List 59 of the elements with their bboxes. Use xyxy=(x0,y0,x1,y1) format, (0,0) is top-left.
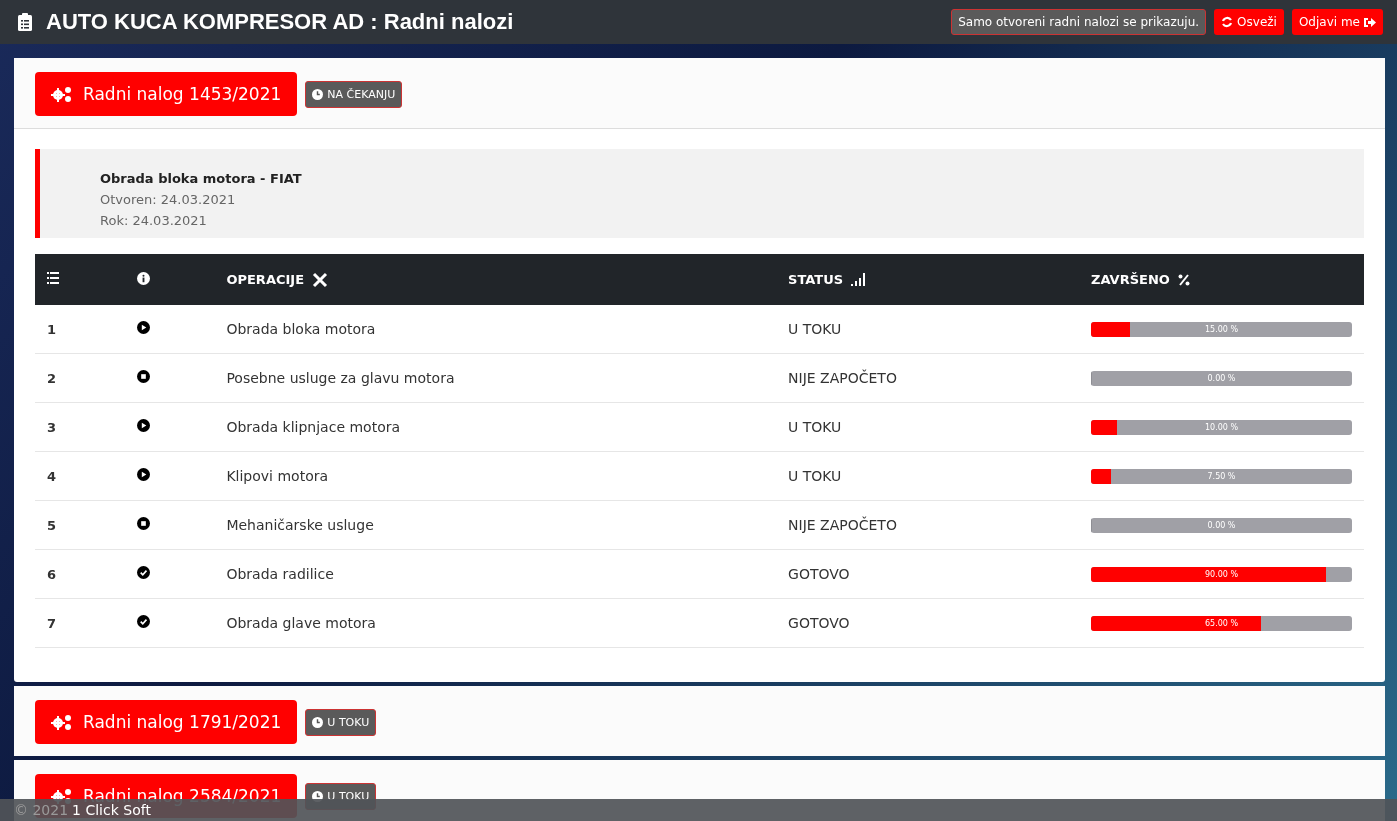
list-icon xyxy=(47,272,59,284)
status-badge: NA ČEKANJU xyxy=(305,80,403,108)
status-cell: GOTOVO xyxy=(776,549,1079,599)
percent-icon xyxy=(1177,273,1190,286)
refresh-button[interactable]: Osveži xyxy=(1214,9,1284,35)
opened-date: Otvoren: 24.03.2021 xyxy=(100,192,237,207)
company-name: 1 Click Soft xyxy=(72,802,151,818)
status-cell: GOTOVO xyxy=(776,598,1079,648)
operation-cell: Obrada bloka motora xyxy=(214,305,777,354)
row-number: 4 xyxy=(35,451,125,501)
order-button[interactable]: Radni nalog 1453/2021 xyxy=(35,72,298,116)
stop-icon xyxy=(136,370,150,383)
progress-label: 90.00 % xyxy=(1203,568,1239,581)
row-number: 5 xyxy=(35,500,125,550)
order-name: Obrada bloka motora - FIAT xyxy=(100,171,303,186)
status-cell: U TOKU xyxy=(776,402,1079,452)
progress-label: 15.00 % xyxy=(1203,323,1239,336)
operation-cell: Posebne usluge za glavu motora xyxy=(214,353,777,403)
info-icon xyxy=(136,271,150,285)
progress-label: 10.00 % xyxy=(1203,421,1239,434)
clock-icon xyxy=(312,88,324,100)
status-cell: U TOKU xyxy=(776,305,1079,354)
operation-cell: Klipovi motora xyxy=(214,451,777,501)
status-cell: U TOKU xyxy=(776,451,1079,501)
operation-cell: Mehaničarske usluge xyxy=(214,500,777,550)
status-badge: U TOKU xyxy=(305,708,377,736)
clipboard-icon xyxy=(18,13,32,31)
check-icon xyxy=(136,566,150,579)
stop-icon xyxy=(136,517,150,530)
check-icon xyxy=(136,615,150,628)
signal-icon xyxy=(851,273,868,286)
row-number: 6 xyxy=(35,549,125,599)
play-icon xyxy=(136,468,150,481)
logout-button[interactable]: Odjavi me xyxy=(1291,9,1383,35)
operation-cell: Obrada radilice xyxy=(214,549,777,599)
clock-icon xyxy=(312,716,324,728)
progress-label: 0.00 % xyxy=(1206,519,1237,532)
order-button[interactable]: Radni nalog 1791/2021 xyxy=(35,700,298,744)
column-header: OPERACIJE xyxy=(226,272,305,287)
sign-out-icon xyxy=(1364,16,1376,28)
column-header: STATUS xyxy=(788,272,844,287)
refresh-icon xyxy=(1221,16,1234,28)
column-header: ZAVRŠENO xyxy=(1091,272,1170,287)
status-cell: NIJE ZAPOČETO xyxy=(776,500,1079,550)
status-cell: NIJE ZAPOČETO xyxy=(776,353,1079,403)
play-icon xyxy=(136,419,150,432)
row-number: 2 xyxy=(35,353,125,403)
deadline-date: Rok: 24.03.2021 xyxy=(100,213,208,228)
row-number: 3 xyxy=(35,402,125,452)
play-icon xyxy=(136,321,150,334)
progress-label: 0.00 % xyxy=(1206,372,1237,385)
row-number: 1 xyxy=(35,305,125,354)
page-title: AUTO KUCA KOMPRESOR AD : Radni nalozi xyxy=(46,9,515,35)
filter-notice: Samo otvoreni radni nalozi se prikazuju. xyxy=(951,9,1207,35)
operation-cell: Obrada glave motora xyxy=(214,598,777,648)
progress-label: 65.00 % xyxy=(1203,617,1239,630)
operation-cell: Obrada klipnjace motora xyxy=(214,402,777,452)
progress-label: 7.50 % xyxy=(1206,470,1237,483)
row-number: 7 xyxy=(35,598,125,648)
